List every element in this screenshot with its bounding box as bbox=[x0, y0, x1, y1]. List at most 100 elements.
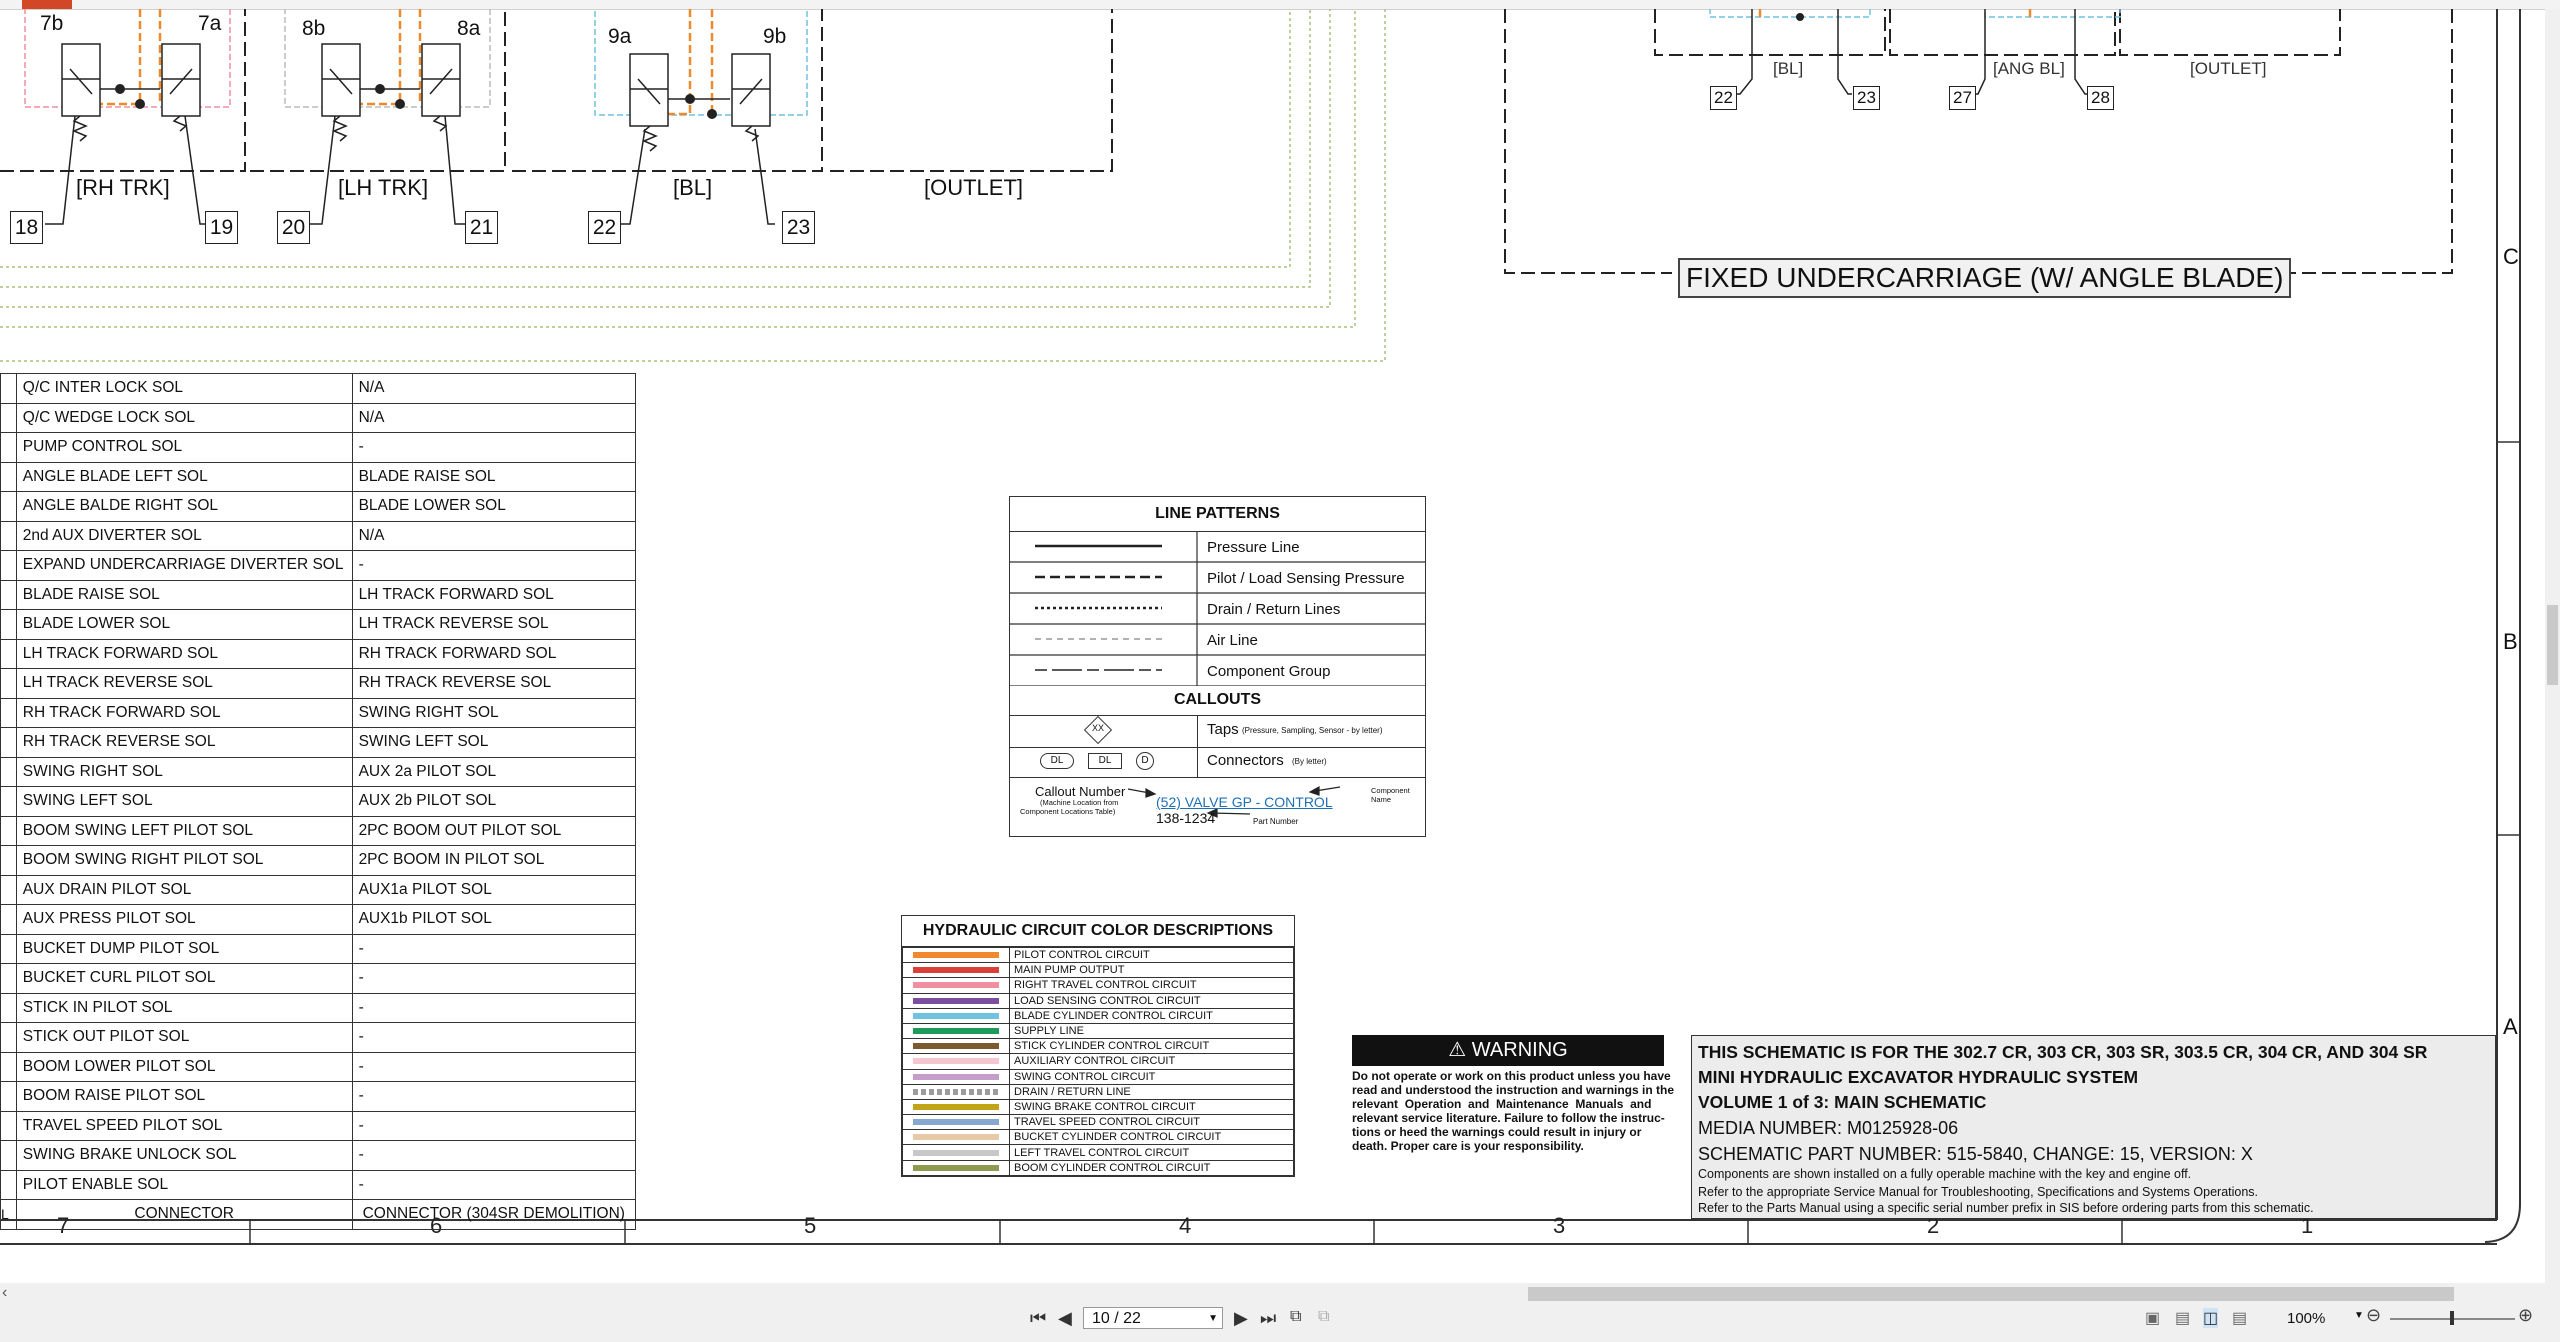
warning-title: WARNING bbox=[1471, 1039, 1568, 1061]
color-row: MAIN PUMP OUTPUT bbox=[902, 962, 1294, 979]
color-swatch bbox=[902, 962, 1010, 979]
table-cell: - bbox=[351, 1051, 637, 1082]
zoom-in-icon[interactable]: ⊕ bbox=[2518, 1305, 2533, 1326]
table-cell: AUX1b PILOT SOL bbox=[351, 904, 637, 935]
zoom-out-icon[interactable]: ⊖ bbox=[2366, 1305, 2381, 1326]
color-swatch bbox=[902, 1159, 1010, 1176]
column-number: 3 bbox=[1553, 1213, 1566, 1238]
table-row: RH TRACK FORWARD SOL SWING RIGHT SOL bbox=[0, 697, 637, 728]
table-cell bbox=[0, 1022, 17, 1053]
chevron-down-icon[interactable]: ▼ bbox=[2354, 1310, 2364, 1321]
color-row: DRAIN / RETURN LINE bbox=[902, 1083, 1294, 1100]
valve-label: 7b bbox=[40, 12, 64, 35]
component-link[interactable]: (52) VALVE GP - CONTROL bbox=[1156, 794, 1333, 810]
table-cell: AUX 2a PILOT SOL bbox=[351, 756, 637, 787]
table-row: Q/C INTER LOCK SOL N/A bbox=[0, 373, 637, 404]
table-row: BOOM LOWER PILOT SOL - bbox=[0, 1051, 637, 1082]
legend-item: Connectors bbox=[1207, 752, 1284, 769]
continuous-view-icon[interactable]: ▤ bbox=[2175, 1308, 2190, 1328]
color-label: DRAIN / RETURN LINE bbox=[1009, 1083, 1294, 1100]
callout-number: 18 bbox=[10, 211, 43, 244]
table-cell: BLADE LOWER SOL bbox=[351, 491, 637, 522]
table-cell: - bbox=[351, 1140, 637, 1171]
table-header-cell: CONNECTOR (304SR DEMOLITION) bbox=[351, 1199, 637, 1230]
table-cell bbox=[0, 402, 17, 433]
table-cell: ANGLE BLADE LEFT SOL bbox=[15, 461, 353, 492]
last-page-icon[interactable]: ⏭ bbox=[1260, 1308, 1276, 1329]
row-letter: C bbox=[2503, 244, 2519, 269]
vertical-scroll-thumb[interactable] bbox=[2547, 605, 2558, 685]
table-row: BLADE RAISE SOL LH TRACK FORWARD SOL bbox=[0, 579, 637, 610]
table-cell bbox=[0, 1169, 17, 1200]
table-cell bbox=[0, 520, 17, 551]
table-cell: 2PC BOOM IN PILOT SOL bbox=[351, 845, 637, 876]
callouts-title: CALLOUTS bbox=[1173, 691, 1262, 708]
page-number-field[interactable]: 10 / 22 ▼ bbox=[1083, 1307, 1223, 1329]
color-label: SWING CONTROL CIRCUIT bbox=[1009, 1068, 1294, 1085]
table-cell: AUX 2b PILOT SOL bbox=[351, 786, 637, 817]
table-row: BOOM SWING RIGHT PILOT SOL 2PC BOOM IN PI… bbox=[0, 845, 637, 876]
table-cell bbox=[0, 1081, 17, 1112]
title-note: Refer to the Parts Manual using a specif… bbox=[1698, 1201, 2314, 1215]
color-label: SUPPLY LINE bbox=[1009, 1022, 1294, 1040]
color-row: SWING CONTROL CIRCUIT bbox=[902, 1068, 1294, 1085]
color-swatch bbox=[902, 977, 1010, 994]
table-cell: RH TRACK FORWARD SOL bbox=[351, 638, 637, 669]
column-number: 5 bbox=[804, 1213, 817, 1238]
table-row: TRAVEL SPEED PILOT SOL - bbox=[0, 1110, 637, 1141]
table-cell bbox=[0, 609, 17, 640]
table-row: LH TRACK FORWARD SOL RH TRACK FORWARD SOL bbox=[0, 638, 637, 669]
horizontal-scroll-thumb[interactable] bbox=[1528, 1287, 2454, 1301]
color-row: TRAVEL SPEED CONTROL CIRCUIT bbox=[902, 1114, 1294, 1131]
table-row: LH TRACK REVERSE SOL RH TRACK REVERSE SOL bbox=[0, 668, 637, 699]
page-number-value: 10 / 22 bbox=[1092, 1310, 1141, 1327]
warning-text-line: Do not operate or work on this product u… bbox=[1352, 1069, 1671, 1083]
table-cell bbox=[0, 373, 17, 404]
file-tab[interactable] bbox=[22, 0, 72, 9]
table-cell: 2nd AUX DIVERTER SOL bbox=[15, 520, 353, 551]
table-cell bbox=[0, 992, 17, 1023]
chevron-down-icon[interactable]: ▼ bbox=[1208, 1308, 1218, 1330]
row-letter: B bbox=[2503, 629, 2518, 654]
media-number: MEDIA NUMBER: M0125928-06 bbox=[1698, 1118, 1959, 1138]
warning-text-line: tions or heed the warnings could result … bbox=[1352, 1125, 1642, 1139]
single-page-view-icon[interactable]: ▣ bbox=[2145, 1308, 2160, 1328]
table-cell: STICK OUT PILOT SOL bbox=[15, 1022, 353, 1053]
table-cell: BOOM RAISE PILOT SOL bbox=[15, 1081, 353, 1112]
first-page-icon[interactable]: ⏮ bbox=[1030, 1308, 1046, 1329]
column-number: 4 bbox=[1179, 1213, 1192, 1238]
color-label: SWING BRAKE CONTROL CIRCUIT bbox=[1009, 1098, 1294, 1116]
two-page-view-icon[interactable]: ◫ bbox=[2203, 1308, 2219, 1328]
zoom-level[interactable]: 100% bbox=[2287, 1310, 2325, 1327]
table-cell bbox=[0, 491, 17, 522]
warning-header: ⚠ WARNING bbox=[1352, 1035, 1664, 1066]
next-view-icon[interactable]: ⧉ bbox=[1318, 1308, 1329, 1326]
table-cell: BLADE RAISE SOL bbox=[15, 579, 353, 610]
color-label: AUXILIARY CONTROL CIRCUIT bbox=[1009, 1053, 1294, 1070]
previous-view-icon[interactable]: ⧉ bbox=[1290, 1308, 1301, 1326]
connector-symbol: DL bbox=[1088, 753, 1122, 769]
table-header-cell: CONNECTOR bbox=[15, 1199, 353, 1230]
table-row: PILOT ENABLE SOL - bbox=[0, 1169, 637, 1200]
color-label: RIGHT TRAVEL CONTROL CIRCUIT bbox=[1009, 977, 1294, 994]
previous-page-icon[interactable]: ◀ bbox=[1058, 1308, 1072, 1329]
two-page-continuous-icon[interactable]: ▤ bbox=[2232, 1308, 2247, 1328]
scroll-left-icon[interactable]: ‹ bbox=[2, 1284, 7, 1302]
table-row: PUMP CONTROL SOL - bbox=[0, 432, 637, 463]
component-group-outlines bbox=[0, 9, 2453, 274]
color-label: BUCKET CYLINDER CONTROL CIRCUIT bbox=[1009, 1129, 1294, 1146]
table-row: ANGLE BLADE LEFT SOL BLADE RAISE SOL bbox=[0, 461, 637, 492]
color-swatch bbox=[902, 1114, 1010, 1131]
warning-text-line: relevant service literature. Failure to … bbox=[1352, 1111, 1665, 1125]
table-cell: EXPAND UNDERCARRIAGE DIVERTER SOL bbox=[15, 550, 353, 581]
next-page-icon[interactable]: ▶ bbox=[1234, 1308, 1248, 1329]
color-label: BLADE CYLINDER CONTROL CIRCUIT bbox=[1009, 1007, 1294, 1024]
table-row: RH TRACK REVERSE SOL SWING LEFT SOL bbox=[0, 727, 637, 758]
connector-table: Q/C INTER LOCK SOL N/A Q/C WEDGE LOCK SOL N… bbox=[0, 373, 637, 1230]
table-cell bbox=[0, 697, 17, 728]
table-cell: PUMP CONTROL SOL bbox=[15, 432, 353, 463]
table-cell: BLADE RAISE SOL bbox=[351, 461, 637, 492]
table-row: 2nd AUX DIVERTER SOL N/A bbox=[0, 520, 637, 551]
legend-title: LINE PATTERNS bbox=[1155, 505, 1280, 522]
zoom-slider-handle[interactable] bbox=[2450, 1311, 2454, 1325]
